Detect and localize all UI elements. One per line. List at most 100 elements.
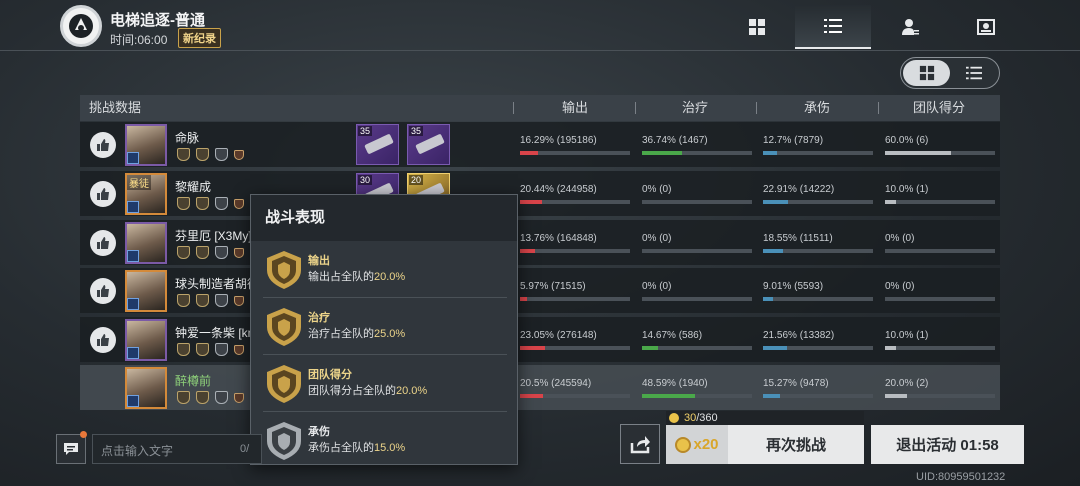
stat-score: 10.0% (1) (885, 184, 997, 208)
avatar[interactable]: 暴徒 (125, 173, 167, 215)
avatar[interactable] (125, 319, 167, 361)
stat-bar (642, 297, 752, 301)
table-row[interactable]: 球头制造者胡德 5.97% (71515) 0% (0) 9.01% (5593) 0%… (80, 268, 1000, 313)
medal-icon (215, 294, 228, 307)
stat-taken: 12.7% (7879) (763, 135, 875, 159)
medal-icon (215, 148, 228, 161)
popup-title: 战斗表现 (251, 195, 517, 241)
coin-icon (669, 413, 679, 423)
stat-value: 20.5% (245594) (520, 378, 592, 389)
stat-bar (642, 151, 752, 155)
performance-desc: 输出占全队的20.0% (308, 268, 405, 284)
stat-bar (885, 249, 995, 253)
medal-icon (234, 150, 244, 160)
performance-desc-text: 治疗占全队的 (308, 328, 374, 340)
stat-value: 16.29% (195186) (520, 135, 597, 146)
table-row[interactable]: 命脉 35 35 16.29% (195186) 36.74% (1467) 12.7% … (80, 122, 1000, 167)
header-heal: 治疗 (682, 100, 709, 115)
divider (263, 297, 507, 298)
stat-value: 0% (0) (642, 281, 672, 292)
stat-score: 10.0% (1) (885, 330, 997, 354)
weapon-slot[interactable]: 35 (356, 124, 399, 165)
performance-desc: 治疗占全队的25.0% (308, 325, 405, 341)
performance-desc-text: 团队得分占全队的 (308, 385, 396, 397)
stat-bar (763, 394, 873, 398)
stat-output: 23.05% (276148) (520, 330, 632, 354)
stat-bar (520, 297, 630, 301)
avatar[interactable] (125, 222, 167, 264)
retry-button[interactable]: x20 再次挑战 (666, 425, 864, 464)
like-button[interactable] (90, 181, 116, 207)
stat-value: 22.91% (14222) (763, 184, 835, 195)
stat-bar (763, 249, 873, 253)
tab-profile[interactable] (948, 5, 1024, 49)
coin-max: /360 (696, 412, 718, 424)
table-row[interactable]: 暴徒 黎耀成 30 20 20.44% (244958) 0% (0) 22.91% (14… (80, 171, 1000, 216)
stat-bar (642, 346, 752, 350)
stat-value: 60.0% (6) (885, 135, 929, 146)
performance-title: 团队得分 (308, 369, 352, 381)
exit-activity-button[interactable]: 退出活动 01:58 (871, 425, 1024, 464)
table-row[interactable]: 醉樽前 20.5% (245594) 48.59% (1940) 15.27% (94… (80, 365, 1000, 410)
stat-value: 0% (0) (642, 233, 672, 244)
share-button[interactable] (620, 424, 660, 464)
combat-performance-popup: 战斗表现 输出 输出占全队的20.0% 治疗 治疗占全队的25.0% 团队得分 团队得分占… (250, 194, 518, 465)
chat-button[interactable] (56, 434, 86, 464)
avatar[interactable] (125, 270, 167, 312)
like-button[interactable] (90, 132, 116, 158)
stat-value: 0% (0) (885, 233, 915, 244)
stat-value: 5.97% (71515) (520, 281, 586, 292)
medal-icon (234, 393, 244, 403)
tab-person[interactable] (872, 5, 948, 49)
player-name: 醉樽前 (175, 374, 212, 388)
header-damage-taken: 承伤 (804, 100, 831, 115)
class-icon (127, 250, 139, 262)
performance-item: 团队得分 团队得分占全队的20.0% (263, 356, 507, 412)
silver-shield-icon (267, 422, 301, 460)
stat-value: 23.05% (276148) (520, 330, 597, 341)
gold-shield-icon (267, 308, 301, 346)
stat-value: 15.27% (9478) (763, 378, 829, 389)
stat-heal: 0% (0) (642, 233, 754, 257)
header-challenge: 挑战数据 (89, 100, 142, 115)
stat-value: 18.55% (11511) (763, 233, 833, 244)
performance-title: 承伤 (308, 426, 330, 438)
avatar[interactable] (125, 124, 167, 166)
grid-icon (919, 65, 934, 81)
grid-view-button[interactable] (903, 60, 950, 86)
table-row[interactable]: 钟爱一条柴 [kn 23.05% (276148) 14.67% (586) 21.5… (80, 317, 1000, 362)
tab-list[interactable] (795, 5, 871, 49)
avatar[interactable] (125, 367, 167, 409)
weapon-icon (364, 133, 394, 155)
stat-value: 14.67% (586) (642, 330, 703, 341)
like-button[interactable] (90, 278, 116, 304)
medal-icon (196, 148, 209, 161)
performance-title: 输出 (308, 255, 330, 267)
stat-score: 0% (0) (885, 233, 997, 257)
list-view-button[interactable] (950, 60, 997, 86)
performance-desc-text: 承伤占全队的 (308, 442, 374, 454)
like-button[interactable] (90, 230, 116, 256)
medal-icon (215, 343, 228, 356)
tab-grid[interactable] (719, 5, 795, 49)
grid-icon (749, 19, 765, 35)
table-row[interactable]: 芬里厄 [X3My] 13.76% (164848) 0% (0) 18.55% (1… (80, 220, 1000, 265)
stat-bar (520, 394, 630, 398)
list-icon (965, 66, 982, 80)
player-name: 球头制造者胡德 (175, 277, 260, 291)
medal-icon (196, 343, 209, 356)
performance-desc: 承伤占全队的15.0% (308, 439, 405, 455)
medal-row (177, 246, 244, 259)
stat-value: 10.0% (1) (885, 330, 929, 341)
weapon-slot[interactable]: 35 (407, 124, 450, 165)
chat-input[interactable]: 点击输入文字 (92, 434, 262, 464)
notification-dot (80, 431, 87, 438)
stat-taken: 15.27% (9478) (763, 378, 875, 402)
stat-bar (520, 200, 630, 204)
player-name: 黎耀成 (175, 180, 212, 194)
stat-heal: 0% (0) (642, 184, 754, 208)
new-record-badge: 新纪录 (178, 28, 221, 48)
like-button[interactable] (90, 327, 116, 353)
view-toggle[interactable] (900, 57, 1000, 89)
medal-icon (177, 148, 190, 161)
